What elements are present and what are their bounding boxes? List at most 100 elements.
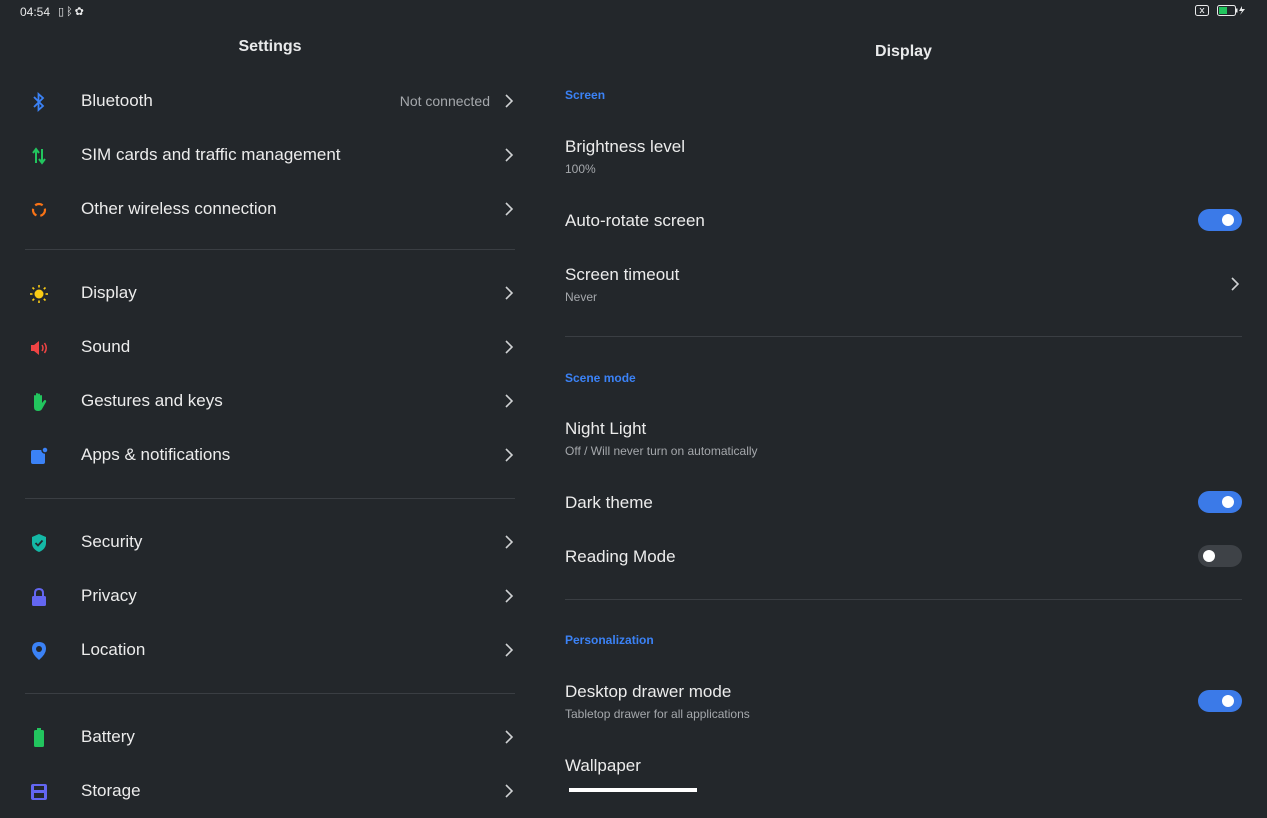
item-title: Night Light	[565, 419, 647, 438]
wireless-icon	[28, 199, 50, 221]
settings-item-battery[interactable]: Battery	[0, 710, 540, 764]
section-header-screen: Screen	[565, 88, 606, 102]
chevron-right-icon	[505, 94, 514, 108]
chevron-right-icon	[1231, 277, 1240, 291]
sim-traffic-icon	[28, 145, 50, 167]
desktop-drawer-toggle[interactable]	[1198, 690, 1242, 712]
settings-item-label: Bluetooth	[81, 91, 153, 110]
auto-rotate-item[interactable]: Auto-rotate screen	[565, 211, 1242, 231]
settings-item-display[interactable]: Display	[0, 266, 540, 320]
settings-item-label: SIM cards and traffic management	[81, 145, 341, 164]
display-title: Display	[875, 43, 932, 60]
brightness-level-item[interactable]: Brightness level 100%	[565, 137, 1242, 176]
chevron-right-icon	[505, 394, 514, 408]
settings-item-label: Gestures and keys	[81, 391, 223, 410]
dark-theme-toggle[interactable]	[1198, 491, 1242, 513]
settings-item-label: Other wireless connection	[81, 199, 277, 218]
hand-icon	[28, 391, 50, 413]
section-header-personalization: Personalization	[565, 633, 654, 647]
bluetooth-icon: ᛒ	[66, 6, 75, 18]
settings-title: Settings	[238, 38, 302, 55]
item-title: Desktop drawer mode	[565, 682, 732, 701]
item-title: Brightness level	[565, 137, 686, 156]
item-title: Reading Mode	[565, 547, 676, 566]
settings-item-gestures[interactable]: Gestures and keys	[0, 374, 540, 428]
settings-item-security[interactable]: Security	[0, 515, 540, 569]
lock-icon	[28, 586, 50, 608]
chevron-right-icon	[505, 448, 514, 462]
settings-item-label: Security	[81, 532, 143, 551]
settings-item-label: Battery	[81, 727, 135, 746]
settings-item-storage[interactable]: Storage	[0, 764, 540, 818]
settings-item-label: Storage	[81, 781, 141, 800]
item-title: Dark theme	[565, 493, 653, 512]
divider	[565, 599, 1242, 600]
sim-icon	[1195, 5, 1209, 16]
settings-item-sim-cards[interactable]: SIM cards and traffic management	[0, 128, 540, 182]
status-left-icons: ▯ᛒ✿	[58, 5, 86, 18]
reading-mode-toggle[interactable]	[1198, 545, 1242, 567]
shield-icon	[28, 532, 50, 554]
apps-icon	[28, 445, 50, 467]
toggle-knob	[1222, 496, 1234, 508]
settings-item-privacy[interactable]: Privacy	[0, 569, 540, 623]
chevron-right-icon	[505, 784, 514, 798]
toggle-knob	[1222, 695, 1234, 707]
chevron-right-icon	[505, 202, 514, 216]
wallpaper-item[interactable]: Wallpaper	[565, 756, 1242, 776]
item-subtitle: Tabletop drawer for all applications	[565, 707, 750, 721]
status-time: 04:54	[20, 5, 51, 19]
settings-item-label: Location	[81, 640, 146, 659]
settings-item-label: Privacy	[81, 586, 137, 605]
item-title: Wallpaper	[565, 756, 641, 775]
toggle-knob	[1203, 550, 1215, 562]
battery-icon	[28, 727, 50, 749]
settings-item-other-wireless[interactable]: Other wireless connection	[0, 182, 540, 236]
item-subtitle: Off / Will never turn on automatically	[565, 444, 758, 458]
bluetooth-icon	[28, 91, 50, 113]
vibrate-icon: ▯	[58, 6, 67, 18]
chevron-right-icon	[505, 730, 514, 744]
item-subtitle: Never	[565, 290, 598, 304]
item-subtitle: 100%	[565, 162, 596, 176]
speaker-icon	[28, 337, 50, 359]
item-title: Auto-rotate screen	[565, 211, 705, 230]
display-pane: Display Screen Brightness level 100% Aut…	[540, 24, 1267, 792]
chevron-right-icon	[505, 148, 514, 162]
bluetooth-status: Not connected	[399, 93, 490, 109]
battery-charging-icon	[1217, 5, 1245, 16]
status-bar: 04:54 ▯ᛒ✿	[0, 0, 1267, 24]
item-title: Screen timeout	[565, 265, 680, 284]
status-right-icons	[1195, 5, 1247, 16]
settings-item-apps-notifications[interactable]: Apps & notifications	[0, 428, 540, 482]
divider	[25, 693, 515, 694]
settings-item-label: Apps & notifications	[81, 445, 231, 464]
settings-item-location[interactable]: Location	[0, 623, 540, 677]
divider	[25, 249, 515, 250]
divider	[25, 498, 515, 499]
chevron-right-icon	[505, 535, 514, 549]
location-pin-icon	[28, 640, 50, 662]
dark-theme-item[interactable]: Dark theme	[565, 493, 1242, 513]
chevron-right-icon	[505, 286, 514, 300]
night-light-item[interactable]: Night Light Off / Will never turn on aut…	[565, 419, 1242, 458]
section-header-scene-mode: Scene mode	[565, 371, 636, 385]
screen-timeout-item[interactable]: Screen timeout Never	[565, 265, 1242, 304]
reading-mode-item[interactable]: Reading Mode	[565, 547, 1242, 567]
wallpaper-preview[interactable]	[569, 788, 697, 792]
settings-item-sound[interactable]: Sound	[0, 320, 540, 374]
chevron-right-icon	[505, 589, 514, 603]
sun-icon	[28, 283, 50, 305]
settings-item-label: Display	[81, 283, 137, 302]
settings-pane: Settings Bluetooth Not connected SIM car…	[0, 24, 540, 800]
chevron-right-icon	[505, 340, 514, 354]
auto-rotate-toggle[interactable]	[1198, 209, 1242, 231]
chevron-right-icon	[505, 643, 514, 657]
settings-gear-icon: ✿	[74, 6, 86, 18]
divider	[565, 336, 1242, 337]
storage-icon	[28, 781, 50, 803]
settings-item-label: Sound	[81, 337, 131, 356]
desktop-drawer-mode-item[interactable]: Desktop drawer mode Tabletop drawer for …	[565, 682, 1242, 721]
settings-item-bluetooth[interactable]: Bluetooth Not connected	[0, 74, 540, 128]
toggle-knob	[1222, 214, 1234, 226]
